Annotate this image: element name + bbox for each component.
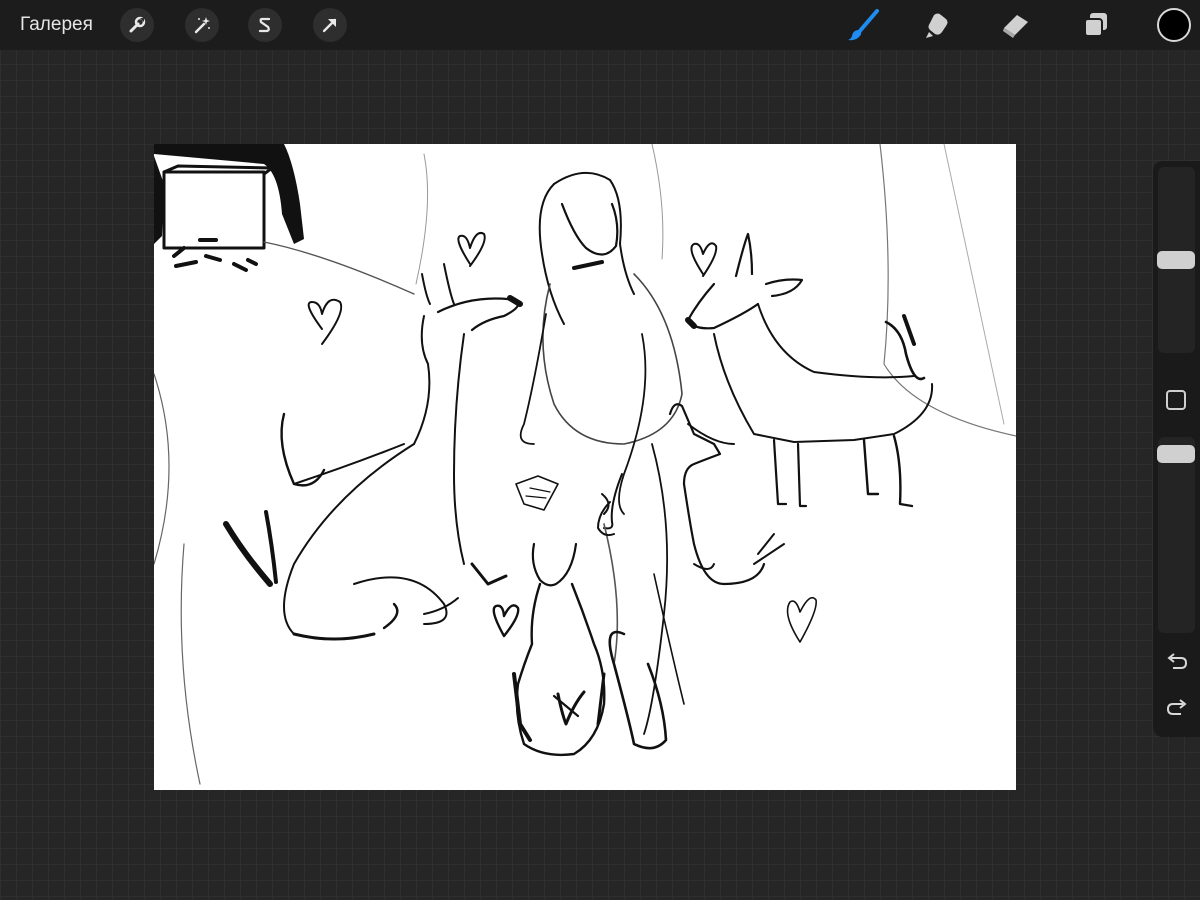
color-picker-button[interactable]: [1157, 8, 1191, 42]
brush-icon: [848, 9, 879, 41]
side-toolbar: [1153, 161, 1200, 737]
brush-tool[interactable]: [845, 8, 881, 42]
redo-button[interactable]: [1164, 697, 1190, 719]
undo-button[interactable]: [1164, 651, 1190, 673]
wrench-icon: [129, 16, 146, 33]
transform-arrow-icon: [322, 18, 337, 33]
smudge-tool[interactable]: [921, 8, 957, 42]
layers-tool[interactable]: [1078, 8, 1114, 42]
drawing-canvas[interactable]: [154, 144, 1016, 790]
eraser-icon: [1003, 15, 1028, 38]
modify-square-icon[interactable]: [1166, 390, 1186, 410]
magic-wand-icon: [194, 17, 210, 34]
brush-size-slider[interactable]: [1157, 167, 1195, 353]
opacity-handle[interactable]: [1157, 445, 1195, 463]
transform-button[interactable]: [313, 8, 347, 42]
undo-icon: [1167, 653, 1188, 669]
sketch-artwork: [154, 144, 1016, 785]
redo-icon: [1166, 699, 1187, 715]
adjustments-button[interactable]: [185, 8, 219, 42]
brush-size-handle[interactable]: [1157, 251, 1195, 269]
smudge-icon: [926, 13, 948, 38]
actions-button[interactable]: [120, 8, 154, 42]
layers-icon: [1084, 13, 1107, 37]
selection-s-icon: [258, 17, 271, 33]
selection-button[interactable]: [248, 8, 282, 42]
opacity-slider[interactable]: [1157, 437, 1195, 633]
eraser-tool[interactable]: [998, 8, 1034, 42]
top-toolbar: Галерея: [0, 0, 1200, 50]
gallery-button[interactable]: Галерея: [20, 14, 93, 36]
